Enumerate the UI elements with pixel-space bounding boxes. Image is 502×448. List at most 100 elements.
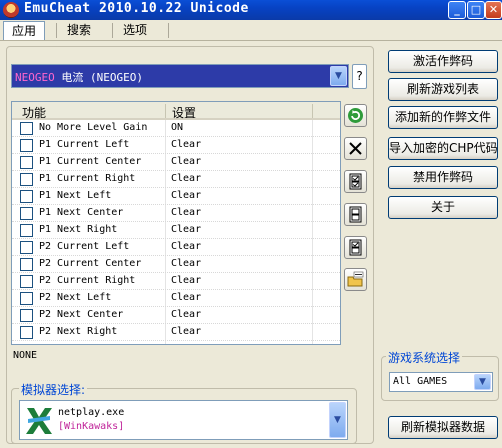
cheat-row[interactable]: P1 Next Left Clear <box>12 188 340 205</box>
cheat-name: P1 Next Center <box>39 207 124 218</box>
cheat-name: P2 Next Center <box>39 309 124 320</box>
uncheck-all-button[interactable] <box>344 203 367 226</box>
column-divider[interactable] <box>312 104 313 118</box>
cheat-name: P2 Current Left <box>39 241 130 252</box>
refresh-emulator-data-button[interactable]: 刷新模拟器数据 <box>388 416 498 439</box>
title-bar[interactable]: EmuCheat 2010.10.22 Unicode _ □ ✕ <box>0 0 502 20</box>
cheat-row[interactable]: P1 Current Center Clear <box>12 154 340 171</box>
help-button[interactable]: ? <box>352 64 367 89</box>
cheat-row[interactable]: No More Level Gain ON <box>12 120 340 137</box>
emulator-select[interactable]: netplay.exe [WinKawaks] ▼ <box>19 400 348 440</box>
cheat-setting[interactable]: Clear <box>171 292 201 303</box>
disable-cheats-button[interactable]: 禁用作弊码 <box>388 166 498 189</box>
open-cht-button[interactable] <box>344 268 367 291</box>
cheat-setting[interactable]: Clear <box>171 207 201 218</box>
cheat-setting[interactable]: ON <box>171 122 183 133</box>
menu-separator <box>112 23 113 38</box>
cheat-name: P1 Current Right <box>39 173 136 184</box>
cheat-checkbox[interactable] <box>20 326 33 339</box>
cheat-checkbox[interactable] <box>20 292 33 305</box>
import-chp-button[interactable]: 导入加密的CHP代码 <box>388 137 498 160</box>
cheat-row[interactable]: P1 Current Right Clear <box>12 171 340 188</box>
window-title: EmuCheat 2010.10.22 Unicode <box>24 1 249 16</box>
emulator-exe: netplay.exe <box>58 407 125 418</box>
cheat-checkbox[interactable] <box>20 122 33 135</box>
cheat-name: P1 Current Center <box>39 156 142 167</box>
cheat-checkbox[interactable] <box>20 156 33 169</box>
cheat-setting[interactable]: Clear <box>171 190 201 201</box>
cheat-name: P2 Current Right <box>39 275 136 286</box>
cheat-name: P2 Next Left <box>39 292 112 303</box>
refresh-game-list-button[interactable]: 刷新游戏列表 <box>388 78 498 101</box>
cheat-list[interactable]: 功能 设置 No More Level Gain ON P1 Current Lef… <box>11 101 341 345</box>
menu-separator <box>56 23 57 38</box>
cheat-row[interactable]: P2 Next Right Clear <box>12 324 340 341</box>
cheat-checkbox[interactable] <box>20 275 33 288</box>
cheat-checkbox[interactable] <box>20 258 33 271</box>
cheat-checkbox[interactable] <box>20 309 33 322</box>
invert-selection-button[interactable] <box>344 236 367 259</box>
menu-apply[interactable]: 应用 <box>3 21 46 40</box>
refresh-icon <box>348 108 363 123</box>
maximize-button[interactable]: □ <box>467 1 485 19</box>
invert-check-icon <box>349 239 362 256</box>
reload-cheats-button[interactable] <box>344 104 367 127</box>
cheat-setting[interactable]: Clear <box>171 156 201 167</box>
game-system-label: 游戏系统选择 <box>386 349 463 366</box>
cheat-row[interactable]: P2 Next Left Clear <box>12 290 340 307</box>
menu-bar: 应用 搜索 选项 <box>0 20 502 41</box>
cheat-setting[interactable]: Clear <box>171 326 201 337</box>
check-all-button[interactable] <box>344 170 367 193</box>
cheat-row[interactable]: P2 Current Right Clear <box>12 273 340 290</box>
column-divider[interactable] <box>165 104 166 118</box>
cheat-setting[interactable]: Clear <box>171 224 201 235</box>
emulator-name: [WinKawaks] <box>58 421 125 432</box>
cheat-checkbox[interactable] <box>20 224 33 237</box>
game-system-dropdown-button[interactable]: ▼ <box>474 374 491 390</box>
cheat-row[interactable]: P1 Next Right Clear <box>12 222 340 239</box>
cheat-checkbox[interactable] <box>20 173 33 186</box>
cheat-row[interactable]: P2 Current Left Clear <box>12 239 340 256</box>
cheat-row[interactable]: P2 Next Center Clear <box>12 307 340 324</box>
column-header-name[interactable]: 功能 <box>22 104 46 121</box>
game-system-select[interactable]: All GAMES ▼ <box>389 372 493 392</box>
cheat-setting[interactable]: Clear <box>171 258 201 269</box>
cheat-row[interactable]: P1 Next Center Clear <box>12 205 340 222</box>
cheat-name: P1 Current Left <box>39 139 130 150</box>
cheat-setting[interactable]: Clear <box>171 241 201 252</box>
cheat-row[interactable]: P1 Current Left Clear <box>12 137 340 154</box>
minimize-button[interactable]: _ <box>448 1 466 19</box>
add-cheat-file-button[interactable]: 添加新的作弊文件 <box>388 106 498 129</box>
kawaks-logo-icon <box>26 408 52 434</box>
cheat-checkbox[interactable] <box>20 207 33 220</box>
chevron-down-icon: ▼ <box>335 71 342 81</box>
game-select[interactable]: NEOGEO 电流 (NEOGEO) ▼ <box>11 64 349 88</box>
activate-cheats-button[interactable]: 激活作弊码 <box>388 50 498 73</box>
cheat-checkbox[interactable] <box>20 241 33 254</box>
cheat-setting[interactable]: Clear <box>171 309 201 320</box>
menu-options[interactable]: 选项 <box>115 21 155 40</box>
cheat-row[interactable]: P2 Current Center Clear <box>12 256 340 273</box>
close-icon <box>349 142 362 155</box>
delete-button[interactable] <box>344 137 367 160</box>
close-button[interactable]: ✕ <box>485 1 502 19</box>
cheat-checkbox[interactable] <box>20 190 33 203</box>
chevron-down-icon: ▼ <box>479 377 486 387</box>
game-system-tag: NEOGEO <box>15 71 55 84</box>
emulator-group-label: 模拟器选择: <box>19 381 88 398</box>
game-system-value: All GAMES <box>393 376 448 387</box>
cheat-setting[interactable]: Clear <box>171 275 201 286</box>
game-title: 电流 (NEOGEO) <box>54 71 143 84</box>
cheat-setting[interactable]: Clear <box>171 173 201 184</box>
status-text: NONE <box>13 350 38 361</box>
emulator-dropdown-button[interactable]: ▼ <box>329 402 346 438</box>
menu-search[interactable]: 搜索 <box>59 21 99 40</box>
about-button[interactable]: 关于 <box>388 196 498 219</box>
column-header-setting[interactable]: 设置 <box>172 104 196 121</box>
uncheck-all-icon <box>349 206 362 223</box>
game-select-dropdown-button[interactable]: ▼ <box>330 66 347 86</box>
cheat-name: P1 Next Right <box>39 224 118 235</box>
cheat-setting[interactable]: Clear <box>171 139 201 150</box>
cheat-checkbox[interactable] <box>20 139 33 152</box>
check-all-icon <box>349 173 362 190</box>
